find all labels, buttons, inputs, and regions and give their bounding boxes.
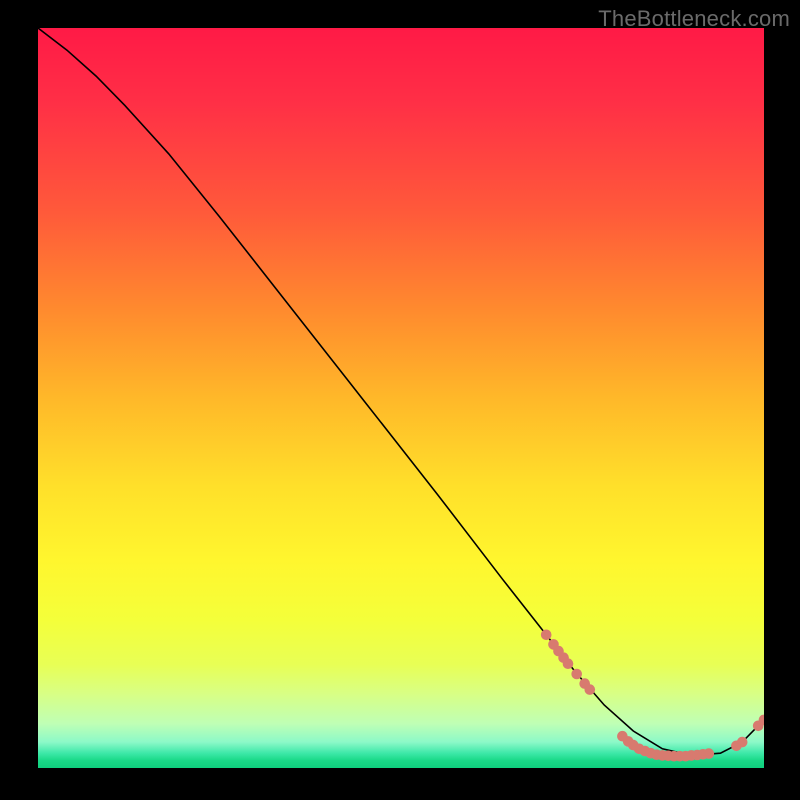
- chart-marker: [628, 740, 639, 751]
- chart-marker: [579, 678, 590, 689]
- chart-markers: [541, 630, 764, 762]
- chart-marker: [737, 737, 748, 748]
- chart-marker: [623, 736, 634, 747]
- chart-marker: [675, 751, 686, 762]
- chart-marker: [571, 669, 582, 680]
- chart-marker: [686, 750, 697, 761]
- chart-marker: [585, 684, 596, 695]
- chart-marker: [663, 751, 674, 762]
- chart-marker: [645, 748, 656, 759]
- chart-marker: [563, 658, 574, 669]
- chart-frame: TheBottleneck.com: [0, 0, 800, 800]
- chart-marker: [657, 750, 668, 761]
- chart-marker: [634, 744, 645, 755]
- chart-marker: [704, 748, 715, 759]
- chart-marker: [640, 746, 651, 757]
- chart-marker: [651, 749, 662, 760]
- plot-area: [38, 28, 764, 768]
- chart-marker: [731, 741, 742, 752]
- chart-marker: [692, 750, 703, 761]
- watermark-text: TheBottleneck.com: [598, 6, 790, 32]
- chart-marker: [541, 630, 552, 641]
- chart-overlay-svg: [38, 28, 764, 768]
- chart-marker: [669, 751, 680, 762]
- chart-marker: [558, 652, 569, 663]
- chart-marker: [698, 749, 709, 760]
- chart-marker: [680, 751, 691, 762]
- chart-marker: [617, 731, 628, 742]
- chart-line: [38, 28, 764, 755]
- chart-marker: [548, 639, 559, 650]
- chart-marker: [553, 646, 564, 657]
- chart-marker: [753, 721, 764, 732]
- chart-marker: [759, 715, 764, 726]
